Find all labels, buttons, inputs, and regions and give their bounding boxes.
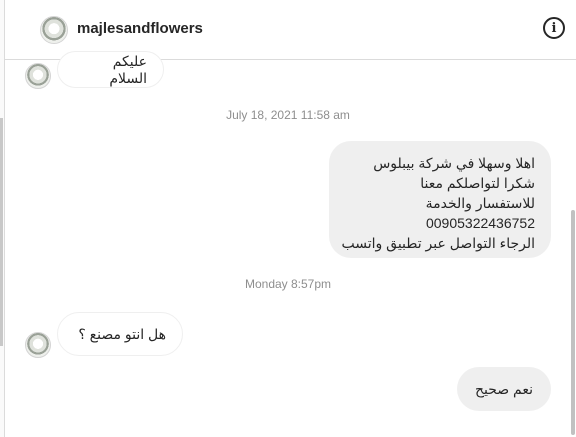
message-text: نعم صحيح <box>474 380 534 397</box>
message-outgoing: اهلا وسهلا في شركة بيبلوس شكرا لتواصلكم … <box>329 141 551 258</box>
info-icon[interactable]: i <box>543 17 565 39</box>
timestamp: July 18, 2021 11:58 am <box>226 108 350 122</box>
message-line: اهلا وسهلا في شركة بيبلوس <box>373 155 535 171</box>
left-scroll-thumb[interactable] <box>0 118 3 346</box>
message-outgoing: نعم صحيح <box>457 367 551 411</box>
message-incoming: هل انتو مصنع ؟ <box>57 312 183 356</box>
sender-avatar[interactable] <box>25 332 51 358</box>
chat-scroll-thumb[interactable] <box>571 210 575 435</box>
message-text: عليكم السلام <box>109 52 147 86</box>
header-avatar[interactable] <box>40 16 68 44</box>
sender-avatar[interactable] <box>25 63 51 89</box>
chat-scrollbar[interactable] <box>570 60 576 437</box>
message-text: هل انتو مصنع ؟ <box>78 325 166 342</box>
message-line: 00905322436752 <box>425 215 535 231</box>
header-username[interactable]: majlesandflowers <box>77 20 203 37</box>
message-incoming: عليكم السلام <box>57 51 164 88</box>
left-panel-scrollbar[interactable] <box>0 0 5 437</box>
timestamp: Monday 8:57pm <box>244 277 332 291</box>
message-line: الرجاء التواصل عبر تطبيق واتسب <box>341 235 535 251</box>
message-line: للاستفسار والخدمة <box>425 195 535 211</box>
message-line: شكرا لتواصلكم معنا <box>420 175 535 191</box>
